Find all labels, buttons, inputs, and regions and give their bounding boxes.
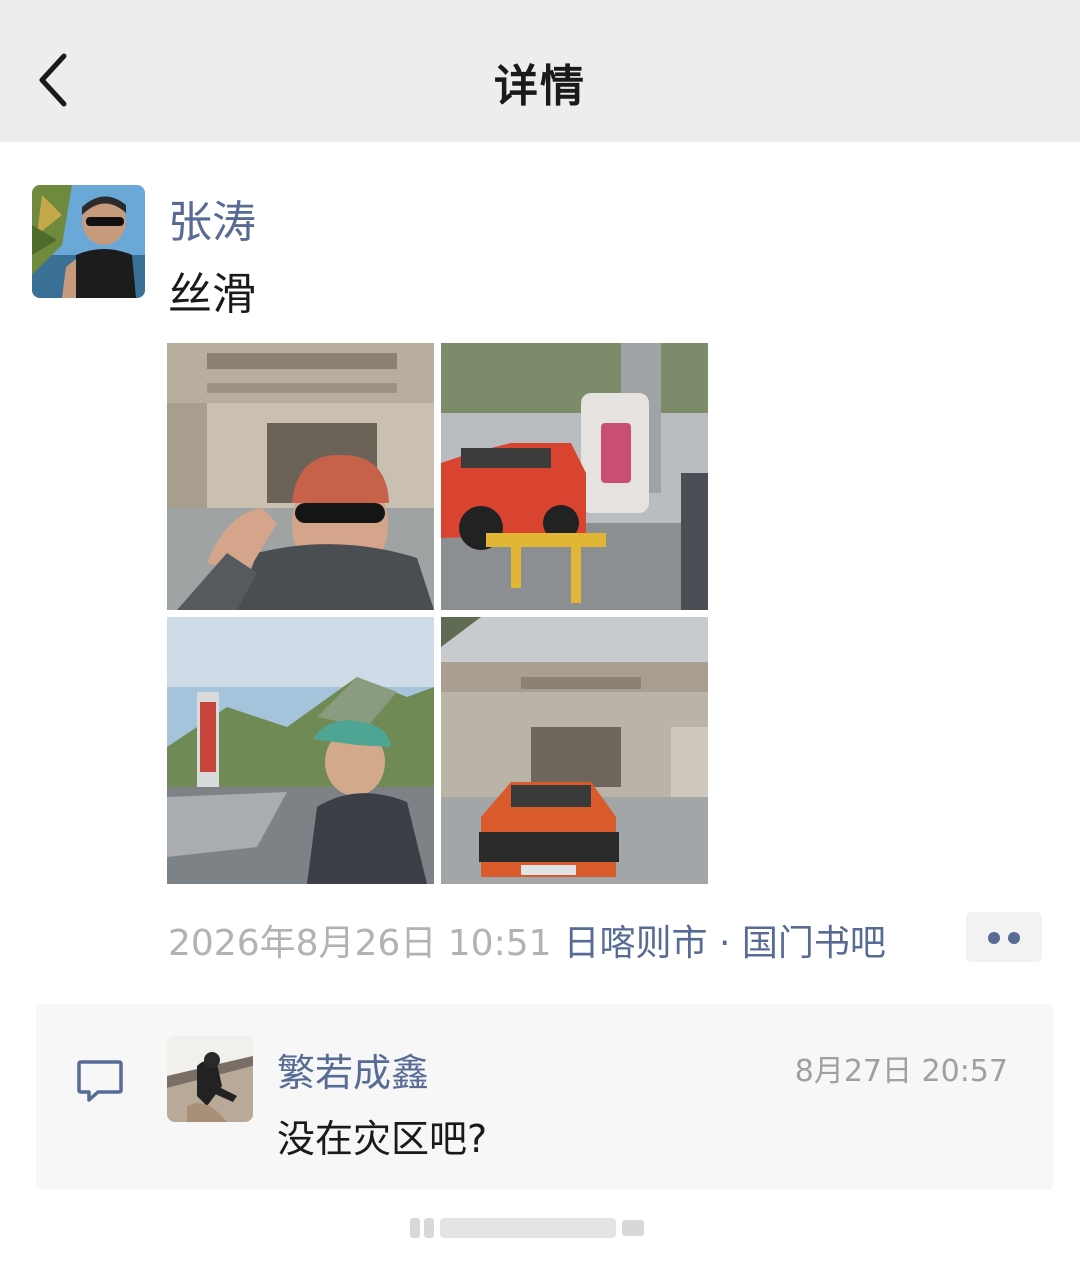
post-text: 丝滑: [168, 269, 256, 320]
page-title: 详情: [494, 61, 586, 112]
top-nav-bar: 详情: [0, 0, 1080, 142]
watermark-logo: [410, 1218, 644, 1238]
commenter-name[interactable]: 繁若成鑫: [277, 1042, 429, 1097]
post-username[interactable]: 张涛: [168, 186, 256, 250]
user-avatar[interactable]: [32, 185, 145, 298]
commenter-avatar[interactable]: [167, 1036, 253, 1122]
post-photo-1[interactable]: [167, 343, 434, 610]
post-photo-3[interactable]: [167, 617, 434, 884]
comment-time: 8月27日 20:57: [794, 1054, 1008, 1089]
post-time: 2026年8月26日 10:51: [168, 923, 552, 964]
post-photo-4[interactable]: [441, 617, 708, 884]
more-dots-icon[interactable]: [966, 912, 1042, 962]
comment-text[interactable]: 没在灾区吧?: [277, 1108, 487, 1163]
comment-bubble-icon: [77, 1060, 123, 1102]
post-location[interactable]: 日喀则市 · 国门书吧: [564, 923, 886, 964]
post-photo-2[interactable]: [441, 343, 708, 610]
post-meta: 2026年8月26日 10:51 日喀则市 · 国门书吧: [168, 914, 886, 966]
